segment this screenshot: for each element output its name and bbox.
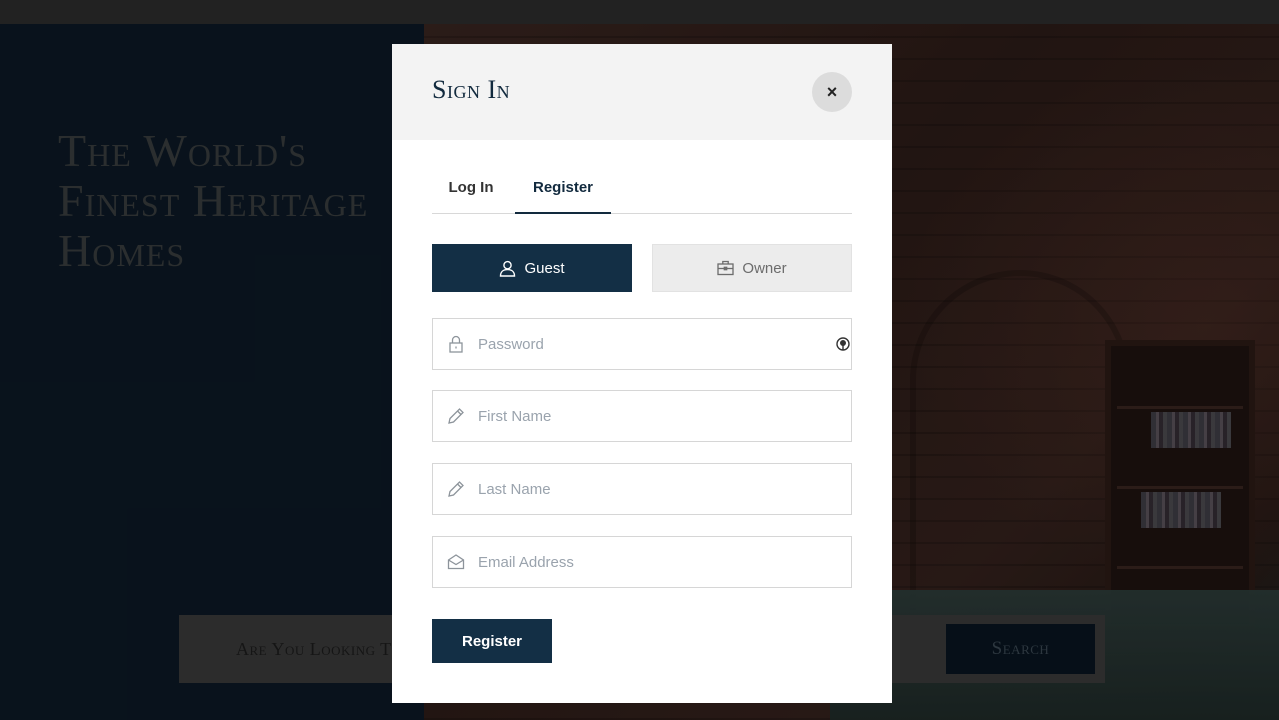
- user-icon: [500, 260, 516, 277]
- tab-register[interactable]: Register: [515, 174, 611, 214]
- modal-title: Sign In: [432, 75, 511, 104]
- pencil-icon: [448, 481, 464, 497]
- guest-role-button[interactable]: Guest: [432, 244, 632, 292]
- first-name-input[interactable]: [478, 391, 818, 441]
- briefcase-icon: [717, 260, 735, 276]
- owner-role-button[interactable]: Owner: [652, 244, 852, 292]
- close-button[interactable]: ×: [812, 72, 852, 112]
- close-icon: ×: [826, 81, 838, 102]
- envelope-icon: [447, 554, 465, 570]
- password-field: [432, 318, 852, 370]
- register-submit-button[interactable]: Register: [432, 619, 552, 663]
- guest-role-label: Guest: [524, 259, 565, 277]
- lock-icon: [449, 335, 463, 353]
- pencil-icon: [448, 408, 464, 424]
- last-name-input[interactable]: [478, 464, 818, 514]
- last-name-field: [432, 463, 852, 515]
- first-name-field: [432, 390, 852, 442]
- password-input[interactable]: [478, 319, 818, 369]
- email-input[interactable]: [478, 537, 818, 587]
- password-toggle-icon[interactable]: [835, 336, 851, 352]
- modal-header: Sign In ×: [392, 44, 892, 140]
- sign-in-modal: Sign In × Log In Register Guest Owner Fi…: [392, 44, 892, 703]
- email-field: [432, 536, 852, 588]
- auth-tabs: Log In Register: [432, 174, 852, 214]
- tab-log-in[interactable]: Log In: [432, 174, 510, 214]
- owner-role-label: Owner: [742, 259, 787, 277]
